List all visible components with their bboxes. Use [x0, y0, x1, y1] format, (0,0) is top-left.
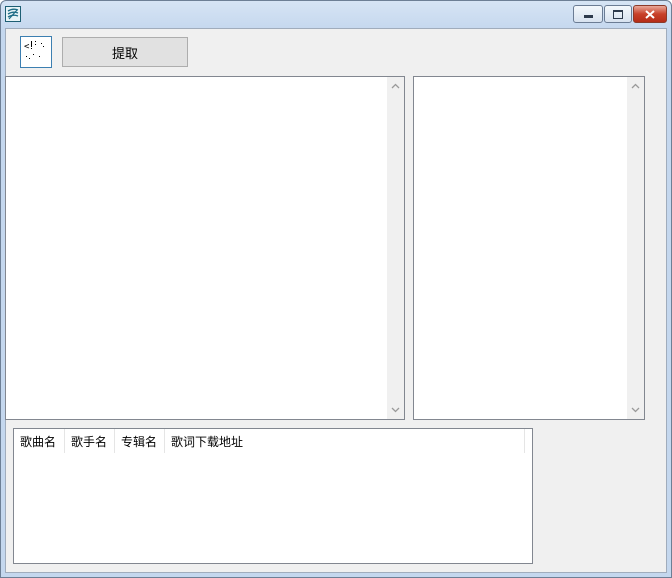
close-button[interactable]: [633, 5, 667, 23]
column-header-song[interactable]: 歌曲名: [14, 429, 65, 453]
left-vertical-scrollbar[interactable]: [387, 77, 404, 419]
client-area: < 提取 歌曲名 歌手名 专辑名 歌词下载地址: [5, 28, 667, 573]
left-text-area[interactable]: [5, 76, 405, 420]
close-icon: [645, 9, 655, 19]
svg-text:<: <: [24, 42, 30, 52]
scroll-up-icon[interactable]: [390, 81, 401, 92]
lyrics-list-view[interactable]: 歌曲名 歌手名 专辑名 歌词下载地址: [13, 428, 533, 564]
right-vertical-scrollbar[interactable]: [627, 77, 644, 419]
title-bar[interactable]: [1, 1, 671, 28]
scroll-down-icon[interactable]: [630, 404, 641, 415]
scroll-down-icon[interactable]: [390, 404, 401, 415]
scroll-up-icon[interactable]: [630, 81, 641, 92]
list-header: 歌曲名 歌手名 专辑名 歌词下载地址: [14, 429, 525, 453]
app-icon[interactable]: [5, 6, 21, 22]
column-header-album[interactable]: 专辑名: [115, 429, 165, 453]
window-controls: [573, 5, 667, 24]
app-window: < 提取 歌曲名 歌手名 专辑名 歌词下载地址: [0, 0, 672, 578]
column-header-lyrics-url[interactable]: 歌词下载地址: [165, 429, 525, 453]
right-text-area[interactable]: [413, 76, 645, 420]
extract-button[interactable]: 提取: [62, 37, 188, 67]
maximize-icon: [613, 9, 623, 19]
minimize-button[interactable]: [573, 5, 603, 23]
column-header-artist[interactable]: 歌手名: [65, 429, 115, 453]
maximize-button[interactable]: [604, 5, 632, 23]
dotted-grid-icon[interactable]: <: [20, 36, 52, 68]
minimize-icon: [583, 15, 593, 18]
